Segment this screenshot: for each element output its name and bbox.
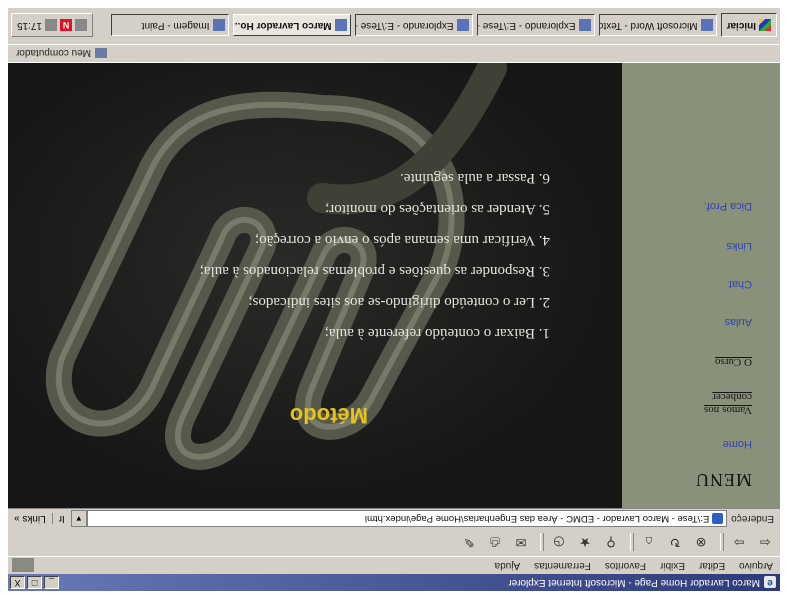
links-button[interactable]: Links »: [8, 513, 53, 525]
toolbar-separator: [630, 533, 634, 551]
system-tray: N 17:15: [11, 13, 94, 38]
taskbar-item-label: Marco Lavrador Ho...: [232, 20, 332, 31]
menu-editar[interactable]: Editar: [692, 560, 732, 571]
start-button[interactable]: Iniciar: [720, 13, 777, 38]
status-zone-label: Meu computador: [16, 47, 92, 59]
address-bar: Endereço E:\Tese - Marco Lavrador - EDMC…: [8, 508, 780, 529]
antivirus-icon[interactable]: N: [60, 19, 73, 32]
taskbar-item-label: Explorando - E:\Tese - ...: [354, 20, 454, 31]
menu-bar: Arquivo Editar Exibir Favoritos Ferramen…: [8, 557, 780, 574]
sidebar-item-links[interactable]: Links: [726, 240, 752, 252]
sidebar-item-chat[interactable]: Chat: [729, 278, 752, 290]
windows-throbber-icon: [12, 558, 34, 573]
start-label: Iniciar: [726, 20, 756, 31]
mail-icon[interactable]: ✉: [510, 532, 532, 552]
computer-icon: [95, 48, 108, 58]
menu-ferramentas[interactable]: Ferramentas: [527, 560, 598, 571]
edit-icon[interactable]: ✎: [458, 532, 480, 552]
window-title: Marco Lavrador Home Page - Microsoft Int…: [508, 577, 760, 588]
go-button[interactable]: Ir: [53, 514, 71, 525]
page-title: Método: [289, 403, 368, 428]
title-bar[interactable]: e Marco Lavrador Home Page - Microsoft I…: [8, 574, 780, 591]
page-icon: [712, 513, 724, 525]
sidebar-item-home[interactable]: Home: [723, 438, 752, 450]
screenshot: e Marco Lavrador Home Page - Microsoft I…: [0, 0, 787, 595]
address-label: Endereço: [731, 513, 774, 525]
sidebar-item-o-curso[interactable]: O Curso: [715, 355, 752, 368]
folder-icon: [456, 19, 469, 32]
sidebar-item-aulas[interactable]: Aulas: [724, 316, 752, 328]
internet-explorer-icon: e: [764, 576, 776, 589]
address-dropdown-icon[interactable]: ▼: [70, 510, 87, 528]
list-item: 5. Atender as orientações do monitor;: [325, 201, 550, 217]
sidebar-item-vamos-nos-conhecer[interactable]: Vamos nos conhecer: [662, 390, 752, 416]
minimize-button[interactable]: _: [44, 576, 59, 589]
taskbar-item-label: Microsoft Word - Texto ...: [598, 20, 698, 31]
status-zone: Meu computador: [16, 47, 108, 59]
address-field[interactable]: E:\Tese - Marco Lavrador - EDMC - Área d…: [86, 510, 728, 528]
taskbar-item-explorer-2[interactable]: Explorando - E:\Tese - ...: [354, 14, 473, 37]
taskbar: Iniciar Microsoft Word - Texto ... Explo…: [8, 8, 780, 45]
windows-logo-icon: [759, 19, 771, 32]
list-item: 3. Responder as questões e problemas rel…: [199, 263, 550, 279]
menu-title: MENU: [695, 470, 752, 490]
address-url[interactable]: E:\Tese - Marco Lavrador - EDMC - Área d…: [365, 514, 709, 525]
sidebar-menu: MENU Home Vamos nos conhecer O Curso Aul…: [622, 63, 780, 508]
taskbar-item-paint[interactable]: Imagem - Paint: [110, 14, 229, 37]
page-content: MENU Home Vamos nos conhecer O Curso Aul…: [8, 63, 780, 508]
stop-icon[interactable]: ⊗: [690, 532, 712, 552]
forward-icon[interactable]: ⇨: [728, 532, 750, 552]
toolbar-separator: [540, 533, 544, 551]
menu-exibir[interactable]: Exibir: [653, 560, 692, 571]
back-icon[interactable]: ⇦: [754, 532, 776, 552]
status-bar: Meu computador: [8, 44, 780, 63]
taskbar-item-label: Imagem - Paint: [141, 20, 210, 31]
menu-arquivo[interactable]: Arquivo: [732, 560, 780, 571]
refresh-icon[interactable]: ↻: [664, 532, 686, 552]
browser-window: e Marco Lavrador Home Page - Microsoft I…: [8, 8, 780, 591]
home-icon[interactable]: ⌂: [638, 532, 660, 552]
main-panel: Método 1. Baixar o conteúdo referente à …: [8, 63, 622, 508]
list-item: 4. Verificar uma semana após o envio a c…: [254, 232, 550, 248]
toolbar-separator: [720, 533, 724, 551]
folder-icon: [578, 19, 591, 32]
keyboard-icon[interactable]: [45, 19, 58, 32]
history-icon[interactable]: ◷: [548, 532, 570, 552]
taskbar-item-label: Explorando - E:\Tese - ...: [476, 20, 576, 31]
menu-ajuda[interactable]: Ajuda: [488, 560, 528, 571]
taskbar-item-browser[interactable]: Marco Lavrador Ho...: [232, 14, 351, 37]
method-steps-list: 1. Baixar o conteúdo referente à aula; 2…: [200, 162, 550, 348]
menu-favoritos[interactable]: Favoritos: [598, 560, 653, 571]
word-icon: [700, 19, 713, 32]
search-icon[interactable]: ⚲: [600, 532, 622, 552]
list-item: 6. Passar a aula seguinte.: [400, 170, 550, 186]
list-item: 1. Baixar o conteúdo referente à aula;: [324, 325, 550, 341]
restore-button[interactable]: □: [27, 576, 42, 589]
internet-explorer-icon: [334, 19, 347, 32]
speaker-icon[interactable]: [75, 19, 88, 32]
paint-icon: [212, 19, 225, 32]
list-item: 2. Ler o conteúdo dirigindo-se aos sites…: [248, 294, 550, 310]
favorites-icon[interactable]: ★: [574, 532, 596, 552]
clock[interactable]: 17:15: [17, 20, 42, 31]
standard-toolbar: ⇦ ⇨ ⊗ ↻ ⌂ ⚲ ★ ◷ ✉ ⎙ ✎: [8, 527, 780, 557]
sidebar-item-dica-prof[interactable]: Dica Prof.: [704, 200, 752, 212]
taskbar-item-explorer-1[interactable]: Explorando - E:\Tese - ...: [476, 14, 595, 37]
print-icon[interactable]: ⎙: [484, 532, 506, 552]
taskbar-item-word[interactable]: Microsoft Word - Texto ...: [598, 14, 717, 37]
close-button[interactable]: X: [10, 576, 25, 589]
